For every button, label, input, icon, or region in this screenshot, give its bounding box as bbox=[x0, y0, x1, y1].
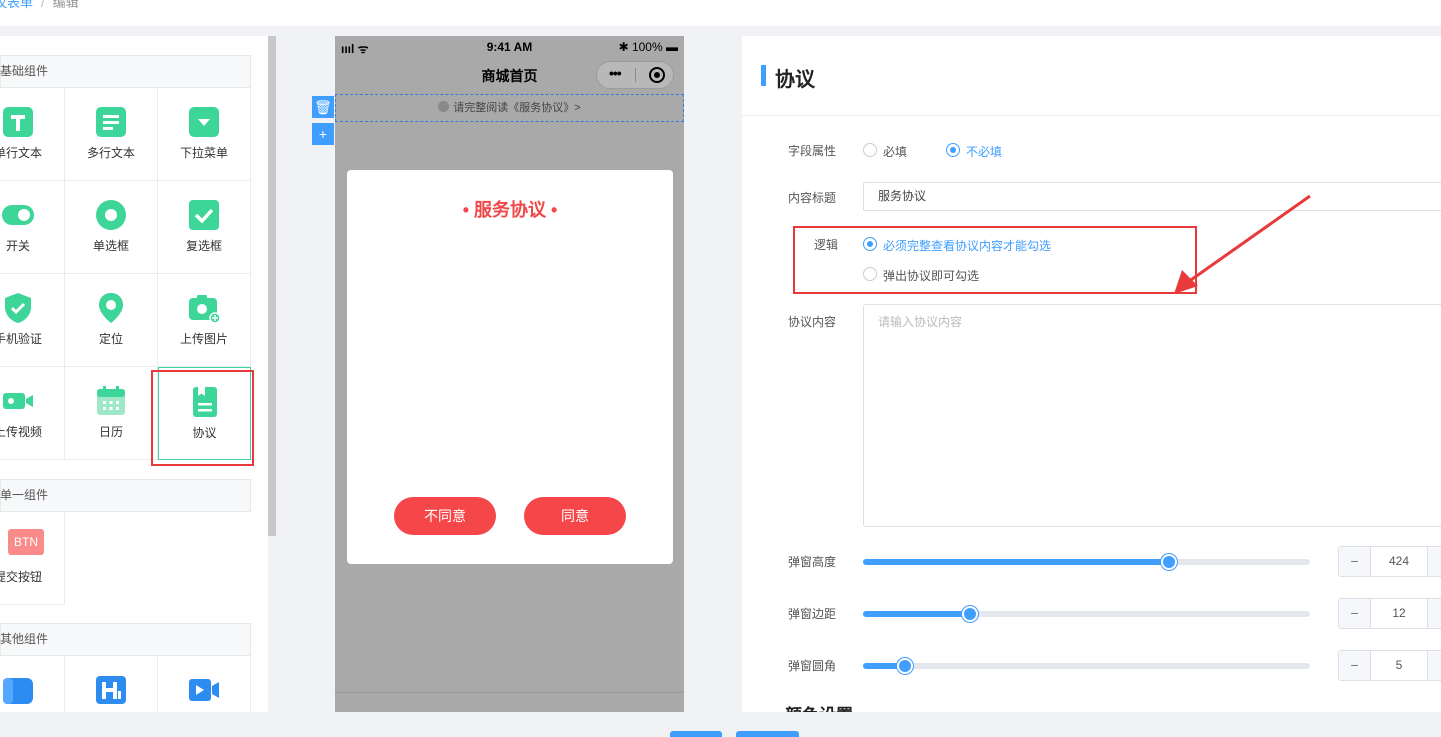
checkbox-icon bbox=[189, 200, 219, 230]
stepper-popup-margin[interactable]: −12 bbox=[1338, 598, 1441, 629]
dropdown-icon bbox=[189, 107, 219, 137]
agree-button[interactable]: 同意 bbox=[524, 497, 626, 535]
field-attr-label: 字段属性 bbox=[788, 144, 837, 158]
agreement-check-strip[interactable]: 请完整阅读《服务协议》> bbox=[335, 94, 684, 122]
highlight-box-logic bbox=[793, 226, 1197, 294]
component-single-line-text[interactable]: 单行文本 bbox=[0, 88, 65, 181]
breadcrumb-parent-link[interactable]: 议表单 bbox=[0, 0, 33, 10]
stepper-plus-button[interactable] bbox=[1427, 547, 1441, 576]
color-settings-heading: 颜色设置 bbox=[785, 701, 853, 712]
btn-icon: BTN bbox=[8, 529, 44, 555]
breadcrumb-current: 编辑 bbox=[52, 0, 79, 10]
stepper-minus-button[interactable]: − bbox=[1339, 599, 1371, 628]
stepper-popup-height[interactable]: −424 bbox=[1338, 546, 1441, 577]
slider-label-radius: 弹窗圆角 bbox=[788, 659, 837, 673]
component-submit-button[interactable]: BTN 提交按钮 bbox=[0, 512, 65, 605]
breadcrumb-separator: / bbox=[41, 0, 45, 10]
component-calendar[interactable]: 日历 bbox=[65, 367, 158, 460]
radio-not-required[interactable]: 不必填 bbox=[946, 143, 1002, 160]
mini-program-capsule[interactable]: ••• bbox=[596, 61, 674, 89]
add-component-button[interactable]: + bbox=[312, 123, 334, 145]
slider-label-margin: 弹窗边距 bbox=[788, 607, 837, 621]
component-multiline-text[interactable]: 多行文本 bbox=[65, 88, 158, 181]
shield-check-icon bbox=[5, 293, 31, 323]
more-dots-icon[interactable]: ••• bbox=[609, 65, 622, 81]
agreement-content-textarea[interactable]: 请输入协议内容 bbox=[863, 304, 1441, 527]
component-checkbox[interactable]: 复选框 bbox=[158, 181, 251, 274]
trash-icon: 🗑 bbox=[314, 99, 332, 115]
save-button[interactable] bbox=[736, 731, 799, 737]
panel-title: 协议 bbox=[761, 63, 815, 92]
heading-icon bbox=[96, 676, 126, 704]
slider-handle[interactable] bbox=[897, 658, 914, 674]
cancel-button[interactable] bbox=[670, 731, 722, 737]
camera-icon bbox=[189, 295, 220, 324]
multiline-text-icon bbox=[96, 107, 126, 137]
component-phone-verify[interactable]: 手机验证 bbox=[0, 274, 65, 367]
stepper-minus-button[interactable]: − bbox=[1339, 651, 1371, 680]
agreement-content-label: 协议内容 bbox=[788, 315, 837, 329]
component-banner[interactable] bbox=[0, 656, 65, 712]
disagree-button[interactable]: 不同意 bbox=[394, 497, 496, 535]
slider-handle[interactable] bbox=[962, 606, 979, 622]
group-header-other: 其他组件 bbox=[0, 623, 251, 656]
group-header-single: 单一组件 bbox=[0, 479, 251, 512]
component-dropdown[interactable]: 下拉菜单 bbox=[158, 88, 251, 181]
breadcrumb: 议表单 / 编辑 bbox=[0, 0, 1441, 26]
slider-popup-radius[interactable] bbox=[863, 658, 1310, 674]
content-title-input[interactable]: 服务协议 bbox=[863, 182, 1441, 211]
component-location[interactable]: 定位 bbox=[65, 274, 158, 367]
calendar-icon bbox=[97, 386, 125, 415]
component-upload-image[interactable]: 上传图片 bbox=[158, 274, 251, 367]
stepper-popup-radius[interactable]: −5 bbox=[1338, 650, 1441, 681]
slider-label-height: 弹窗高度 bbox=[788, 555, 837, 569]
delete-component-button[interactable]: 🗑 bbox=[312, 96, 334, 118]
group-header-basic: 基础组件 bbox=[0, 55, 251, 88]
component-heading[interactable] bbox=[65, 656, 158, 712]
component-switch[interactable]: 开关 bbox=[0, 181, 65, 274]
phone-status-bar: ıııl ᯤ 9:41 AM ✱ 100% ▬ bbox=[335, 36, 684, 56]
radio-required[interactable]: 必填 bbox=[863, 143, 907, 160]
banner-icon bbox=[3, 678, 33, 704]
check-circle-icon bbox=[438, 101, 450, 112]
phone-preview: ıııl ᯤ 9:41 AM ✱ 100% ▬ 商城首页 ••• 请完整阅读《服… bbox=[335, 36, 684, 712]
radio-icon bbox=[96, 200, 126, 230]
component-video-player[interactable] bbox=[158, 656, 251, 712]
stepper-plus-button[interactable] bbox=[1427, 599, 1441, 628]
slider-popup-height[interactable] bbox=[863, 554, 1310, 570]
stepper-plus-button[interactable] bbox=[1427, 651, 1441, 680]
content-title-label: 内容标题 bbox=[788, 191, 837, 205]
video-player-icon bbox=[189, 679, 219, 701]
plus-icon: + bbox=[318, 126, 328, 142]
switch-icon bbox=[2, 205, 34, 225]
close-target-icon[interactable] bbox=[649, 67, 665, 83]
preview-side-tools: 🗑 + bbox=[312, 96, 334, 150]
video-icon bbox=[3, 393, 33, 409]
modal-title: • 服务协议 • bbox=[462, 200, 558, 220]
property-panel: 协议 字段属性 必填 不必填 内容标题 服务协议 逻辑 必须完整查看协议内容才能… bbox=[742, 36, 1441, 712]
battery-status: ✱ 100% ▬ bbox=[618, 40, 678, 54]
component-panel-scrollbar[interactable] bbox=[268, 36, 276, 536]
annotation-arrow-icon bbox=[1174, 194, 1311, 294]
highlight-box-agreement bbox=[151, 370, 254, 466]
slider-popup-margin[interactable] bbox=[863, 606, 1310, 622]
component-upload-video[interactable]: 上传视频 bbox=[0, 367, 65, 460]
location-pin-icon bbox=[99, 293, 123, 323]
slider-handle[interactable] bbox=[1161, 554, 1178, 570]
agreement-modal: • 服务协议 • 不同意 同意 bbox=[347, 170, 673, 564]
stepper-minus-button[interactable]: − bbox=[1339, 547, 1371, 576]
text-icon bbox=[3, 107, 33, 137]
component-radio[interactable]: 单选框 bbox=[65, 181, 158, 274]
